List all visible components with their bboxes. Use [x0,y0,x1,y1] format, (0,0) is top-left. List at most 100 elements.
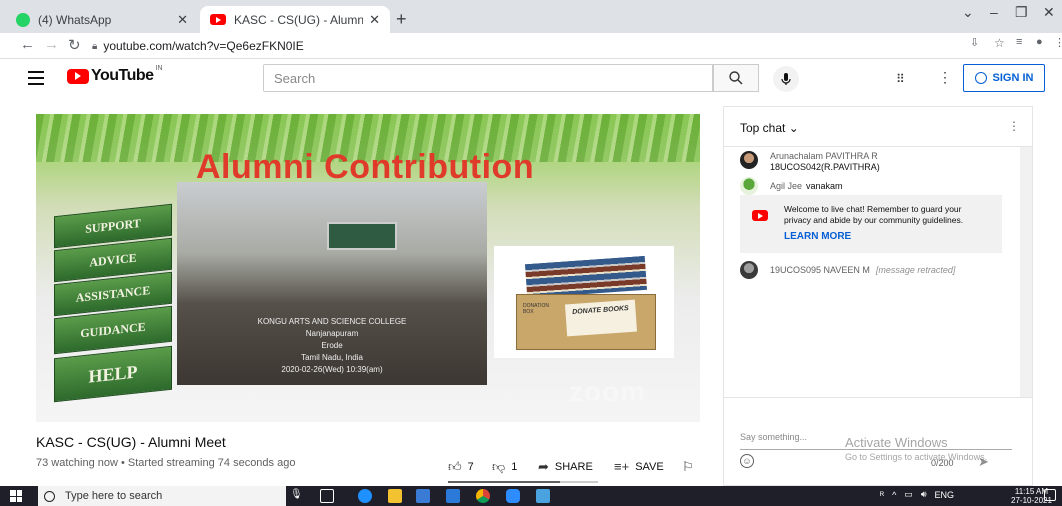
chevron-down-icon: ⌄ [788,121,799,135]
dislike-button[interactable]: 👎︎ 1 [492,459,517,475]
watermark-subtitle: Go to Settings to activate Windows. [845,452,988,462]
blackboard [327,222,397,250]
lock-icon: 🔒︎ [92,40,98,52]
restore-icon[interactable]: ❐ [1015,4,1028,21]
chat-header: Top chat ⌄ ⋮ [724,107,1032,147]
chevron-down-icon[interactable]: ⌄ [962,4,974,21]
photo-caption-town: Nanjanapuram [305,329,359,338]
microphone-button[interactable] [773,66,799,92]
volume-icon[interactable]: 🔊︎ [921,489,927,500]
help-steps-graphic: HELP GUIDANCE ASSISTANCE ADVICE SUPPORT [54,192,174,403]
back-icon[interactable]: ← [20,36,35,53]
chat-author: Arunachalam PAVITHRA R [770,151,878,161]
watermark-title: Activate Windows [845,435,948,450]
top-chat-dropdown[interactable]: Top chat ⌄ [740,121,799,135]
microphone-icon [781,73,791,85]
youtube-header: YouTube IN Search ⠿ ⋮ SIGN IN [0,59,1062,99]
activate-windows-watermark: Activate Windows Go to Settings to activ… [845,435,987,462]
photos-icon[interactable] [536,489,550,503]
photo-caption-datetime: 2020-02-26(Wed) 10:39(am) [281,365,383,374]
live-chat-panel: Top chat ⌄ ⋮ Arunachalam PAVITHRA R 18UC… [723,106,1033,486]
chat-text: vanakam [806,180,843,191]
windows-taskbar: Type here to search 🎙︎ ᴿ ^ ▭ 🔊︎ ENG 11:1… [0,486,1062,506]
like-button[interactable]: 👍︎ 7 [448,459,474,475]
chat-message: 19UCOS095 NAVEEN M [message retracted] [740,261,955,279]
chat-more-icon[interactable]: ⋮ [1008,119,1020,133]
microphone-icon[interactable]: 🎙︎ [290,489,303,500]
windows-start-icon[interactable] [10,490,22,502]
video-meta: 73 watching now • Started streaming 74 s… [36,457,296,469]
emoji-icon[interactable]: ☺ [740,454,754,468]
profile-icon[interactable]: ● [1036,36,1043,48]
zoom-icon[interactable] [506,489,520,503]
reload-icon[interactable]: ↻ [68,36,81,54]
video-player[interactable]: Alumni Contribution HELP GUIDANCE ASSIST… [36,114,700,422]
youtube-icon [752,210,768,221]
report-button[interactable]: ⚐ [682,459,694,475]
bookmark-star-icon[interactable]: ☆ [994,36,1005,50]
chrome-icon[interactable] [476,489,490,503]
close-icon[interactable]: ✕ [177,12,188,28]
avatar [740,151,758,169]
cortana-icon [44,490,55,502]
chat-text: 18UCOS042(R.PAVITHRA) [770,162,880,172]
minimize-icon[interactable]: – [990,4,998,20]
like-ratio-bar [448,481,598,483]
avatar [740,177,758,195]
reading-list-icon[interactable]: ≡ [1016,36,1022,48]
close-icon[interactable]: ✕ [369,12,380,28]
chat-author: Agil Jee [770,180,803,191]
new-tab-icon[interactable]: + [396,9,407,30]
search-input[interactable]: Search [263,64,713,92]
chat-scrollbar[interactable] [1020,147,1032,397]
search-placeholder: Search [274,70,316,86]
learn-more-link[interactable]: LEARN MORE [784,231,851,242]
notification-icon[interactable] [1044,489,1056,501]
task-view-icon[interactable] [320,489,334,503]
youtube-icon [210,14,226,25]
mail-icon[interactable] [446,489,460,503]
avatar [740,261,758,279]
network-icon[interactable]: ▭ [904,489,913,500]
zoom-watermark: zoom [569,376,647,407]
tab-title: (4) WhatsApp [38,12,112,27]
logo-text: YouTube [91,67,154,84]
browser-toolbar: ← → ↻ 🔒︎ youtube.com/watch?v=Qe6ezFKN0IE… [0,33,1062,59]
chat-text: [message retracted] [875,264,956,275]
share-button[interactable]: ➦ SHARE [538,459,593,475]
youtube-logo[interactable]: YouTube IN [67,65,163,85]
edge-icon[interactable] [358,489,372,503]
taskbar-search[interactable]: Type here to search [38,486,286,506]
address-bar[interactable]: 🔒︎ youtube.com/watch?v=Qe6ezFKN0IE [92,36,972,56]
flag-icon: ⚐ [682,459,694,474]
people-icon[interactable]: ᴿ [880,490,884,500]
chat-message: Arunachalam PAVITHRA R 18UCOS042(R.PAVIT… [740,151,880,173]
hamburger-menu-icon[interactable] [28,71,44,85]
chat-author: 19UCOS095 NAVEEN M [770,264,870,275]
books-stack [524,255,648,299]
language-indicator[interactable]: ENG [934,490,954,500]
chevron-up-icon[interactable]: ^ [892,490,896,500]
thumbs-up-icon: 👍︎ [448,459,462,474]
search-button[interactable] [713,64,759,92]
apps-grid-icon[interactable]: ⠿ [896,72,905,86]
install-icon[interactable]: ⇩ [970,36,979,49]
store-icon[interactable] [416,489,430,503]
window-close-icon[interactable]: ✕ [1043,4,1055,21]
sign-in-button[interactable]: SIGN IN [963,64,1045,92]
tab-youtube[interactable]: KASC - CS(UG) - Alumni Meet - Y ✕ [200,6,390,33]
settings-more-icon[interactable]: ⋮ [938,69,952,86]
search-icon [729,71,743,85]
browser-menu-icon[interactable]: ⋮ [1054,36,1062,49]
dislike-count: 1 [511,461,518,473]
youtube-play-icon [67,68,89,84]
donation-box-label: DONATION BOX [523,303,550,315]
tab-whatsapp[interactable]: (4) WhatsApp ✕ [6,6,198,33]
save-button[interactable]: ≡+ SAVE [614,459,664,474]
browser-tab-strip: (4) WhatsApp ✕ KASC - CS(UG) - Alumni Me… [0,0,1062,33]
chat-header-label: Top chat [740,121,786,135]
share-icon: ➦ [538,459,549,474]
thumbs-down-icon: 👎︎ [492,459,506,474]
forward-icon[interactable]: → [44,36,59,53]
file-explorer-icon[interactable] [388,489,402,503]
